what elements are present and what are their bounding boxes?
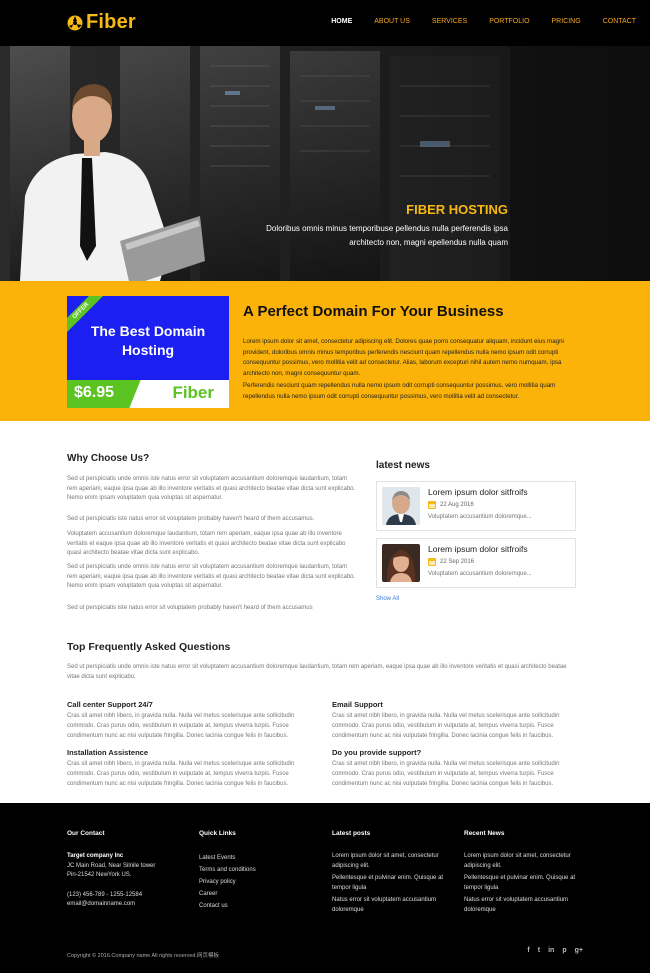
faq-question: Installation Assistence — [67, 748, 148, 757]
footer-recent-news: Recent News Lorem ipsum dolor sit amet, … — [464, 830, 584, 915]
footer-link[interactable]: Contact us — [199, 900, 309, 912]
offer-brand: Fiber — [172, 383, 214, 402]
site-footer: Our Contact Target company Inc JC Main R… — [0, 803, 650, 973]
footer-link[interactable]: Terms and conditions — [199, 864, 309, 876]
news-headline[interactable]: Lorem ipsum dolor sitfroifs — [428, 487, 528, 497]
logo[interactable]: Fiber — [67, 11, 136, 34]
twitter-icon[interactable]: t — [538, 947, 540, 954]
footer-link[interactable]: Latest Events — [199, 852, 309, 864]
why-paragraph: Voluptatem accusantium doloremque laudan… — [67, 531, 346, 556]
footer-news[interactable]: Pellentesque et pulvinar enim. Quisque a… — [464, 874, 584, 893]
main-nav: HOME ABOUT US SERVICES PORTFOLIO PRICING… — [309, 18, 636, 25]
faq-answer: Cras sit amet nibh libero, in gravida nu… — [332, 713, 560, 739]
news-headline[interactable]: Lorem ipsum dolor sitfroifs — [428, 544, 528, 554]
footer-link[interactable]: Privacy policy — [199, 876, 309, 888]
news-date-text: 22 Aug 2016 — [440, 502, 474, 508]
why-paragraph: Sed ut perspiciatis iste natus error sit… — [67, 605, 313, 611]
why-paragraph: Sed ut perspiciatis iste natus error sit… — [67, 516, 315, 522]
why-title: Why Choose Us? — [67, 453, 150, 464]
footer-phone: (123) 456-789 - 1255-12584 — [67, 891, 143, 898]
news-thumb — [382, 487, 420, 525]
why-paragraph: Sed ut perspiciatis unde omnis iste natu… — [67, 564, 356, 589]
footer-quick-links: Quick Links Latest Events Terms and cond… — [199, 830, 309, 912]
offer-banner[interactable]: OFFER The Best Domain Hosting $6.95 Fibe… — [67, 296, 229, 408]
nav-services[interactable]: SERVICES — [432, 18, 467, 25]
hero-banner: FIBER HOSTING Doloribus omnis minus temp… — [0, 46, 650, 281]
news-thumb-image — [382, 544, 420, 582]
intro-band: OFFER The Best Domain Hosting $6.95 Fibe… — [0, 281, 650, 421]
linkedin-icon[interactable]: in — [548, 947, 554, 954]
news-description: Voluptatem accusantium doloremque... — [428, 514, 532, 520]
pinterest-icon[interactable]: p — [562, 947, 566, 954]
footer-post[interactable]: Pellentesque et pulvinar enim. Quisque a… — [332, 874, 452, 893]
offer-title: The Best Domain Hosting — [90, 323, 206, 358]
intro-title: A Perfect Domain For Your Business — [243, 303, 504, 320]
footer-heading: Our Contact — [67, 830, 105, 837]
faq-question: Call center Support 24/7 — [67, 700, 153, 709]
news-date-text: 22 Sep 2016 — [440, 559, 475, 565]
faq-answer: Cras sit amet nibh libero, in gravida nu… — [67, 761, 295, 787]
google-plus-icon[interactable]: g+ — [575, 947, 583, 954]
footer-heading: Latest posts — [332, 830, 371, 837]
nav-portfolio[interactable]: PORTFOLIO — [489, 18, 529, 25]
footer-post[interactable]: Lorem ipsum dolor sit amet, consectetur … — [332, 852, 452, 871]
faq-answer: Cras sit amet nibh libero, in gravida nu… — [332, 761, 560, 787]
footer-news[interactable]: Lorem ipsum dolor sit amet, consectetur … — [464, 852, 584, 871]
faq-answer: Cras sit amet nibh libero, in gravida nu… — [67, 713, 295, 739]
news-card[interactable]: Lorem ipsum dolor sitfroifs 22 Sep 2016 … — [376, 538, 576, 588]
site-header: Fiber HOME ABOUT US SERVICES PORTFOLIO P… — [0, 0, 650, 46]
footer-contact: Our Contact Target company Inc JC Main R… — [67, 830, 187, 910]
nav-about[interactable]: ABOUT US — [374, 18, 410, 25]
faq-intro: Sed ut perspiciatis unde omnis iste natu… — [67, 664, 567, 680]
footer-address: JC Main Road, Near Silnile tower — [67, 862, 156, 869]
logo-text: Fiber — [86, 11, 136, 33]
news-description: Voluptatem accusantium doloremque... — [428, 571, 532, 577]
intro-paragraph: Perferendis nesciunt quam repellendus nu… — [243, 382, 556, 400]
news-title: latest news — [376, 460, 430, 471]
faq-question: Do you provide support? — [332, 748, 422, 757]
hero-title: FIBER HOSTING — [406, 202, 508, 217]
footer-heading: Quick Links — [199, 830, 236, 837]
footer-heading: Recent News — [464, 830, 505, 837]
footer-company: Target company Inc — [67, 853, 124, 859]
faq-title: Top Frequently Asked Questions — [67, 641, 231, 653]
news-date: 22 Sep 2016 — [428, 558, 474, 566]
nav-contact[interactable]: CONTACT — [603, 18, 636, 25]
why-paragraph: Sed ut perspiciatis unde omnis iste natu… — [67, 476, 356, 501]
footer-link[interactable]: Career — [199, 888, 309, 900]
footer-post[interactable]: Natus error sit voluptatem accusantium d… — [332, 896, 452, 915]
fiber-logo-icon — [67, 15, 83, 30]
intro-paragraph: Lorem ipsum dolor sit amet, consectetur … — [243, 338, 564, 377]
news-date: 22 Aug 2016 — [428, 501, 474, 509]
faq-question: Email Support — [332, 700, 383, 709]
nav-home[interactable]: HOME — [331, 18, 352, 25]
offer-price: $6.95 — [74, 384, 115, 401]
news-card[interactable]: Lorem ipsum dolor sitfroifs 22 Aug 2016 … — [376, 481, 576, 531]
social-links: f t in p g+ — [519, 947, 583, 954]
news-thumb — [382, 544, 420, 582]
footer-address: Pin-21542 NewYork US. — [67, 872, 132, 878]
calendar-icon — [428, 558, 436, 566]
hero-subtitle: Doloribus omnis minus temporibuse pellen… — [266, 224, 508, 247]
footer-news[interactable]: Natus error sit voluptatem accusantium d… — [464, 896, 584, 915]
footer-latest-posts: Latest posts Lorem ipsum dolor sit amet,… — [332, 830, 452, 915]
copyright: Copyright © 2016.Company name All rights… — [67, 953, 220, 959]
news-thumb-image — [382, 487, 420, 525]
footer-email[interactable]: email@domainname.com — [67, 900, 187, 910]
show-all-link[interactable]: Show All — [376, 596, 399, 602]
facebook-icon[interactable]: f — [527, 947, 529, 954]
calendar-icon — [428, 501, 436, 509]
nav-pricing[interactable]: PRICING — [552, 18, 581, 25]
